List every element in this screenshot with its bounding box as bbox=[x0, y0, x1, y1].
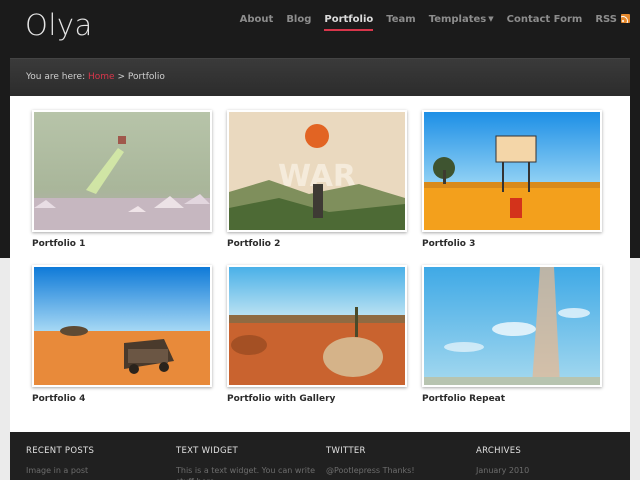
footer-link[interactable]: @Pootlepress Thanks! bbox=[326, 465, 471, 476]
portfolio-thumbnail[interactable] bbox=[227, 265, 407, 387]
portfolio-title[interactable]: Portfolio Repeat bbox=[422, 394, 505, 404]
portfolio-grid: Portfolio 1 WAR Portfolio 2 Portfolio 3 … bbox=[10, 96, 630, 432]
rss-icon bbox=[621, 14, 630, 23]
breadcrumb-separator: > bbox=[117, 72, 125, 82]
footer-widget-text: TEXT WIDGET This is a text widget. You c… bbox=[176, 446, 316, 480]
breadcrumb-home-link[interactable]: Home bbox=[88, 72, 115, 82]
footer-heading: TEXT WIDGET bbox=[176, 446, 239, 456]
portfolio-image bbox=[34, 112, 210, 230]
nav-rss[interactable]: RSS bbox=[595, 14, 630, 25]
portfolio-thumbnail[interactable] bbox=[32, 265, 212, 387]
portfolio-title[interactable]: Portfolio 3 bbox=[422, 239, 475, 249]
nav-team[interactable]: Team bbox=[386, 14, 415, 25]
portfolio-title[interactable]: Portfolio 1 bbox=[32, 239, 85, 249]
portfolio-image: WAR bbox=[229, 112, 405, 230]
nav-contact-form[interactable]: Contact Form bbox=[507, 14, 583, 25]
footer-widget-twitter: TWITTER @Pootlepress Thanks! bbox=[326, 446, 471, 476]
portfolio-title[interactable]: Portfolio 2 bbox=[227, 239, 280, 249]
portfolio-image bbox=[424, 267, 600, 385]
nav-blog[interactable]: Blog bbox=[286, 14, 311, 25]
footer-link[interactable]: January 2010 bbox=[476, 465, 621, 476]
site-logo[interactable]: Olya bbox=[25, 8, 93, 42]
portfolio-image bbox=[424, 112, 600, 230]
portfolio-thumbnail[interactable]: WAR bbox=[227, 110, 407, 232]
portfolio-thumbnail[interactable] bbox=[422, 265, 602, 387]
portfolio-image bbox=[34, 267, 210, 385]
portfolio-thumbnail[interactable] bbox=[32, 110, 212, 232]
portfolio-image bbox=[229, 267, 405, 385]
footer-heading: TWITTER bbox=[326, 446, 366, 456]
footer-widget-archives: ARCHIVES January 2010 bbox=[476, 446, 621, 476]
footer-link[interactable]: Image in a post bbox=[26, 465, 171, 476]
breadcrumb-prefix: You are here: bbox=[26, 72, 86, 82]
site-footer: RECENT POSTS Image in a post TEXT WIDGET… bbox=[10, 432, 630, 480]
breadcrumb-current: Portfolio bbox=[127, 72, 165, 82]
portfolio-title[interactable]: Portfolio with Gallery bbox=[227, 394, 335, 404]
nav-portfolio[interactable]: Portfolio bbox=[324, 14, 373, 31]
footer-heading: ARCHIVES bbox=[476, 446, 522, 456]
nav-about[interactable]: About bbox=[240, 14, 274, 25]
nav-templates-label: Templates bbox=[428, 14, 487, 25]
nav-rss-label: RSS bbox=[595, 14, 617, 25]
chevron-down-icon: ▼ bbox=[488, 15, 494, 23]
footer-heading: RECENT POSTS bbox=[26, 446, 95, 456]
breadcrumb: You are here: Home > Portfolio bbox=[10, 58, 630, 96]
site-header: Olya About Blog Portfolio Team Templates… bbox=[0, 0, 640, 58]
main-nav: About Blog Portfolio Team Templates ▼ Con… bbox=[227, 14, 630, 31]
portfolio-title[interactable]: Portfolio 4 bbox=[32, 394, 85, 404]
portfolio-thumbnail[interactable] bbox=[422, 110, 602, 232]
footer-text: This is a text widget. You can write stu… bbox=[176, 466, 316, 480]
nav-templates[interactable]: Templates ▼ bbox=[429, 14, 494, 25]
footer-widget-recent-posts: RECENT POSTS Image in a post bbox=[26, 446, 171, 476]
